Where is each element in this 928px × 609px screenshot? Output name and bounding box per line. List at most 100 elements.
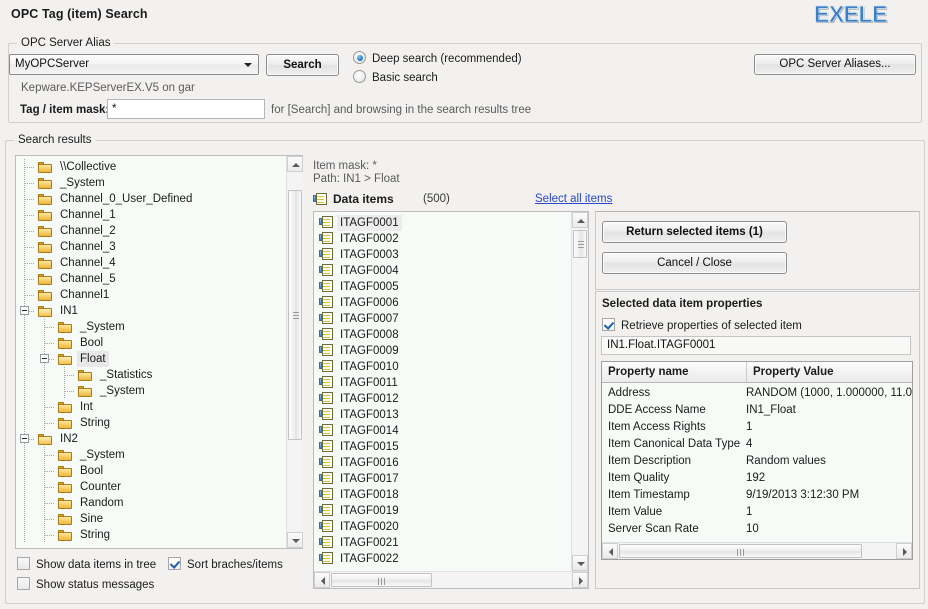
radio-deep-search-indicator[interactable] — [353, 51, 366, 64]
tree-collapse-icon[interactable] — [20, 434, 29, 443]
items-hscrollbar-thumb[interactable] — [331, 573, 432, 587]
tree-scrollbar-thumb[interactable] — [288, 190, 302, 440]
tree-node[interactable]: Sine — [16, 511, 286, 527]
list-item[interactable]: ITAGF0015 — [314, 439, 571, 455]
table-row[interactable]: Item Quality 192 — [602, 470, 912, 487]
table-row[interactable]: Item Description Random values — [602, 453, 912, 470]
tree-node[interactable]: _System — [16, 447, 286, 463]
items-scrollbar-thumb[interactable] — [573, 230, 587, 258]
checkbox-show-status-messages[interactable]: Show status messages — [17, 577, 154, 591]
tag-item-mask-input[interactable]: * — [107, 99, 265, 119]
list-item[interactable]: ITAGF0022 — [314, 551, 571, 567]
list-item[interactable]: ITAGF0016 — [314, 455, 571, 471]
table-row[interactable]: Item Timestamp 9/19/2013 3:12:30 PM — [602, 487, 912, 504]
properties-hscrollbar-thumb[interactable] — [619, 544, 862, 558]
items-horizontal-scrollbar[interactable] — [314, 571, 588, 588]
cancel-close-button[interactable]: Cancel / Close — [602, 252, 787, 274]
list-item[interactable]: ITAGF0004 — [314, 263, 571, 279]
tree-node[interactable]: String — [16, 415, 286, 431]
list-item[interactable]: ITAGF0008 — [314, 327, 571, 343]
tree-node[interactable]: Int — [16, 399, 286, 415]
tree-node[interactable]: _System — [16, 175, 286, 191]
tree-node[interactable]: Channel_5 — [16, 271, 286, 287]
items-vertical-scrollbar[interactable] — [571, 212, 588, 571]
tree-node[interactable]: Channel_3 — [16, 239, 286, 255]
tree-collapse-icon[interactable] — [40, 354, 49, 363]
list-item[interactable]: ITAGF0011 — [314, 375, 571, 391]
radio-deep-search[interactable]: Deep search (recommended) — [353, 51, 522, 65]
list-item[interactable]: ITAGF0017 — [314, 471, 571, 487]
checkbox-sort-branches-items[interactable]: Sort braches/items — [168, 557, 283, 571]
search-button[interactable]: Search — [266, 54, 339, 76]
list-item[interactable]: ITAGF0001 — [314, 215, 571, 231]
checkbox-show-status-messages-indicator[interactable] — [17, 577, 30, 590]
chevron-down-icon[interactable] — [240, 56, 257, 73]
tree-collapse-icon[interactable] — [20, 306, 29, 315]
tree-node[interactable]: Channel_4 — [16, 255, 286, 271]
table-row[interactable]: Item Access Rights 1 — [602, 419, 912, 436]
tree-node[interactable]: Bool — [16, 463, 286, 479]
tree-node[interactable]: IN2 — [16, 431, 286, 447]
table-row[interactable]: Item Canonical Data Type 4 — [602, 436, 912, 453]
tree-node[interactable]: Float — [16, 351, 286, 367]
properties-grid[interactable]: Property name Property Value Address RAND… — [601, 361, 913, 560]
tree-node[interactable]: Random — [16, 495, 286, 511]
checkbox-show-data-items-in-tree[interactable]: Show data items in tree — [17, 557, 156, 571]
tree-node[interactable]: _System — [16, 383, 286, 399]
opc-server-alias-combobox[interactable]: MyOPCServer — [9, 54, 259, 75]
tree-node[interactable]: _System — [16, 319, 286, 335]
table-row[interactable]: Item Value 1 — [602, 504, 912, 521]
list-item[interactable]: ITAGF0013 — [314, 407, 571, 423]
list-item[interactable]: ITAGF0019 — [314, 503, 571, 519]
tree-node[interactable]: Channel_2 — [16, 223, 286, 239]
browse-tree[interactable]: \\Collective _System Channel_0_User_Define… — [16, 159, 286, 543]
list-item[interactable]: ITAGF0003 — [314, 247, 571, 263]
items-scroll-up-icon[interactable] — [572, 212, 588, 228]
radio-basic-search-indicator[interactable] — [353, 70, 366, 83]
items-scroll-right-icon[interactable] — [572, 572, 588, 588]
items-scroll-down-icon[interactable] — [572, 555, 588, 571]
list-item[interactable]: ITAGF0014 — [314, 423, 571, 439]
tree-node[interactable]: String — [16, 527, 286, 543]
radio-basic-search[interactable]: Basic search — [353, 70, 438, 84]
tree-scroll-down-icon[interactable] — [287, 532, 303, 548]
column-header-property-name[interactable]: Property name — [602, 362, 752, 382]
table-row[interactable]: DDE Access Name IN1_Float — [602, 402, 912, 419]
table-row[interactable]: Server Scan Rate 10 — [602, 521, 912, 538]
tree-node[interactable]: \\Collective — [16, 159, 286, 175]
return-selected-items-button[interactable]: Return selected items (1) — [602, 221, 787, 243]
data-items-listbox[interactable]: ITAGF0001 ITAGF0002 ITAGF0003 ITAGF0004 ITAG… — [313, 211, 589, 589]
tree-vertical-scrollbar[interactable] — [286, 156, 303, 548]
list-item[interactable]: ITAGF0006 — [314, 295, 571, 311]
browse-tree-panel[interactable]: \\Collective _System Channel_0_User_Define… — [15, 155, 303, 549]
tree-node[interactable]: _Statistics — [16, 367, 286, 383]
properties-scroll-left-icon[interactable] — [602, 543, 618, 559]
data-items-list[interactable]: ITAGF0001 ITAGF0002 ITAGF0003 ITAGF0004 ITAG… — [314, 215, 571, 567]
tree-node[interactable]: Bool — [16, 335, 286, 351]
list-item[interactable]: ITAGF0010 — [314, 359, 571, 375]
list-item[interactable]: ITAGF0018 — [314, 487, 571, 503]
checkbox-show-data-items-indicator[interactable] — [17, 557, 30, 570]
tree-scroll-up-icon[interactable] — [287, 156, 303, 172]
tree-node[interactable]: IN1 — [16, 303, 286, 319]
list-item[interactable]: ITAGF0007 — [314, 311, 571, 327]
column-header-property-value[interactable]: Property Value — [746, 362, 912, 382]
select-all-items-link[interactable]: Select all items — [535, 193, 612, 205]
properties-scroll-right-icon[interactable] — [896, 543, 912, 559]
checkbox-retrieve-properties[interactable]: Retrieve properties of selected item — [602, 318, 802, 332]
tree-node[interactable]: Channel_1 — [16, 207, 286, 223]
properties-horizontal-scrollbar[interactable] — [602, 542, 912, 559]
checkbox-retrieve-properties-indicator[interactable] — [602, 318, 615, 331]
list-item[interactable]: ITAGF0005 — [314, 279, 571, 295]
table-row[interactable]: Address RANDOM (1000, 1.000000, 11.00 — [602, 385, 912, 402]
checkbox-sort-branches-indicator[interactable] — [168, 557, 181, 570]
list-item[interactable]: ITAGF0009 — [314, 343, 571, 359]
list-item[interactable]: ITAGF0021 — [314, 535, 571, 551]
list-item[interactable]: ITAGF0020 — [314, 519, 571, 535]
items-scroll-left-icon[interactable] — [314, 572, 330, 588]
tree-node[interactable]: Counter — [16, 479, 286, 495]
list-item[interactable]: ITAGF0002 — [314, 231, 571, 247]
tree-node[interactable]: Channel1 — [16, 287, 286, 303]
list-item[interactable]: ITAGF0012 — [314, 391, 571, 407]
tree-node[interactable]: Channel_0_User_Defined — [16, 191, 286, 207]
